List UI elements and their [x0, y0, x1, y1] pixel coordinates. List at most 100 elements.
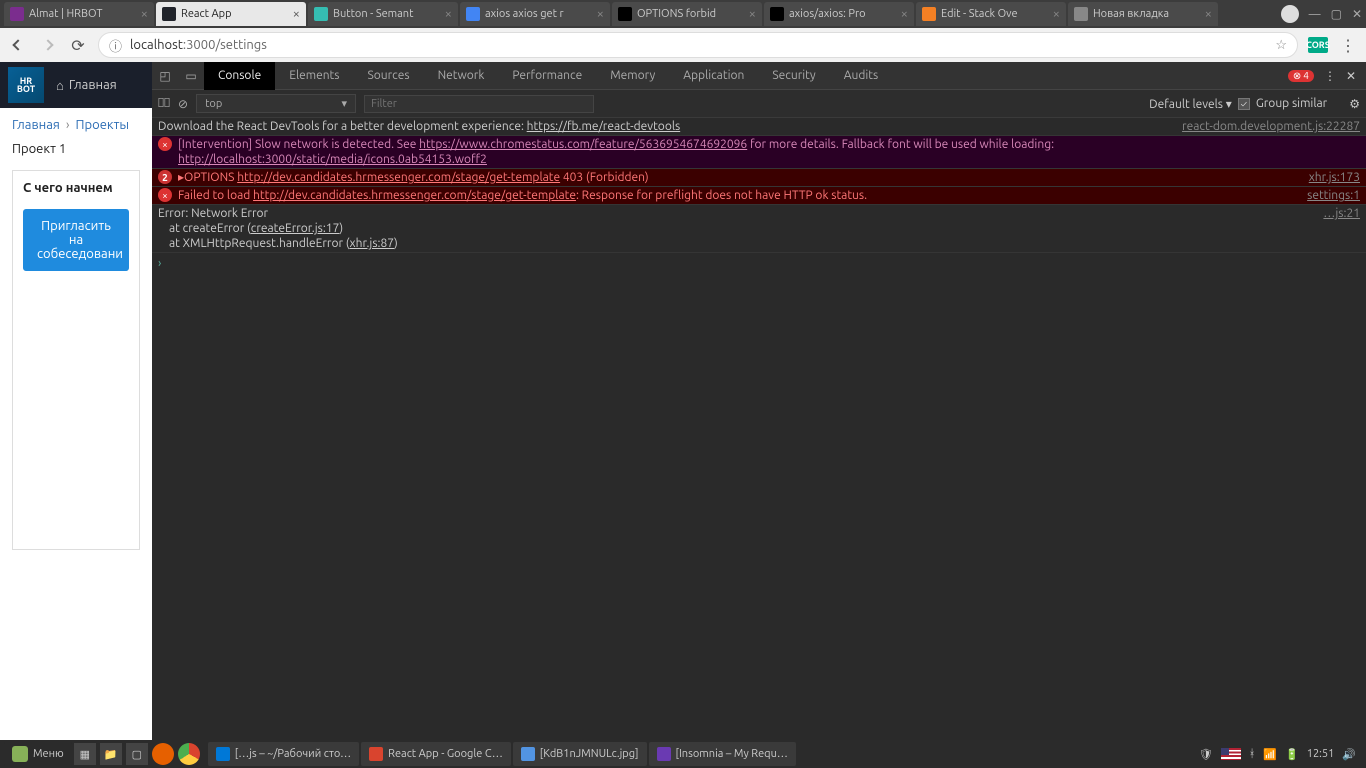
browser-tab[interactable]: axios axios get r ×	[460, 2, 610, 26]
devtools-tab-memory[interactable]: Memory	[596, 62, 669, 90]
breadcrumb-projects[interactable]: Проекты	[76, 118, 130, 132]
toggle-sidebar-icon[interactable]: ▶⃞	[158, 97, 170, 110]
taskbar-app[interactable]: React App - Google C…	[361, 742, 511, 766]
close-tab-icon[interactable]: ×	[141, 7, 148, 21]
tab-title: Button - Semant	[333, 8, 441, 20]
app-icon	[521, 747, 535, 761]
tray-bluetooth-icon[interactable]: ᚼ	[1249, 748, 1256, 760]
devtools-tab-console[interactable]: Console	[204, 62, 275, 90]
close-window-button[interactable]: ✕	[1352, 7, 1362, 21]
show-desktop-icon[interactable]: ▦	[74, 743, 96, 765]
minimize-button[interactable]: —	[1309, 8, 1321, 21]
devtools-tab-elements[interactable]: Elements	[275, 62, 353, 90]
filter-input[interactable]	[364, 95, 594, 113]
inspect-element-icon[interactable]: ◰	[152, 69, 178, 83]
favicon	[1074, 7, 1088, 21]
devtools-tab-network[interactable]: Network	[424, 62, 499, 90]
console-message: ×Failed to load http://dev.candidates.hr…	[152, 187, 1366, 205]
browser-tab[interactable]: axios/axios: Pro×	[764, 2, 914, 26]
console-message: Error: Network Error at createError (cre…	[152, 205, 1366, 253]
mint-logo-icon	[12, 746, 28, 762]
start-menu-button[interactable]: Меню	[4, 742, 72, 766]
tab-title: Almat | HRBOT	[29, 8, 137, 20]
devtools-tab-security[interactable]: Security	[758, 62, 829, 90]
browser-tab[interactable]: Almat | HRBOT ×	[4, 2, 154, 26]
forward-button[interactable]	[38, 35, 58, 55]
close-tab-icon[interactable]: ×	[597, 7, 604, 21]
group-similar-checkbox[interactable]: ✓	[1238, 98, 1250, 110]
browser-tab[interactable]: Edit - Stack Ove×	[916, 2, 1066, 26]
devtools-tab-application[interactable]: Application	[669, 62, 758, 90]
favicon	[618, 7, 632, 21]
maximize-button[interactable]: ▢	[1331, 7, 1342, 21]
device-toolbar-icon[interactable]: ▭	[178, 69, 204, 83]
browser-tab[interactable]: OPTIONS forbid ×	[612, 2, 762, 26]
console-prompt[interactable]: ›	[152, 253, 1366, 274]
close-tab-icon[interactable]: ×	[749, 7, 756, 21]
favicon	[314, 7, 328, 21]
context-selector[interactable]: top▾	[196, 94, 356, 113]
files-icon[interactable]: 📁	[100, 743, 122, 765]
devtools-tab-audits[interactable]: Audits	[830, 62, 893, 90]
firefox-icon[interactable]	[152, 743, 174, 765]
log-levels-dropdown[interactable]: Default levels ▾	[1149, 97, 1232, 111]
favicon	[922, 7, 936, 21]
close-tab-icon[interactable]: ×	[445, 7, 452, 21]
close-tab-icon[interactable]: ×	[901, 7, 908, 21]
source-link[interactable]: xhr.js:173	[1309, 170, 1360, 185]
system-tray: 🛡 ᚼ 📶 🔋 12:51 🔊	[1199, 748, 1362, 761]
tray-shield-icon[interactable]: 🛡	[1199, 748, 1213, 761]
tab-title: OPTIONS forbid	[637, 8, 745, 20]
close-tab-icon[interactable]: ×	[293, 7, 300, 21]
tray-volume-icon[interactable]: 🔊	[1342, 748, 1356, 761]
taskbar-app[interactable]: [KdB1nJMNULc.jpg]	[513, 742, 647, 766]
tab-title: axios axios get r	[485, 8, 593, 20]
devtools-tab-sources[interactable]: Sources	[353, 62, 423, 90]
close-tab-icon[interactable]: ×	[1205, 7, 1212, 21]
console-message: Download the React DevTools for a better…	[152, 118, 1366, 136]
error-icon: ×	[158, 137, 172, 151]
breadcrumb-home[interactable]: Главная	[12, 118, 60, 132]
app-logo[interactable]: HR BOT	[8, 67, 44, 103]
url-path: /settings	[215, 38, 266, 52]
browser-menu-button[interactable]: ⋮	[1338, 35, 1358, 55]
taskbar-app[interactable]: […js – ~/Рабочий сто…	[208, 742, 359, 766]
source-link[interactable]: react-dom.development.js:22287	[1182, 119, 1360, 134]
site-info-icon[interactable]: ⓘ	[109, 36, 122, 55]
bookmark-star-icon[interactable]: ☆	[1275, 38, 1287, 53]
url-input[interactable]: ⓘ localhost:3000/settings ☆	[98, 32, 1298, 58]
devtools-menu-icon[interactable]: ⋮	[1324, 69, 1336, 83]
reload-button[interactable]: ⟳	[68, 35, 88, 55]
nav-home-link[interactable]: ⌂ Главная	[56, 78, 117, 93]
project-title: Проект 1	[0, 142, 152, 162]
devtools-close-icon[interactable]: ✕	[1346, 69, 1356, 83]
terminal-icon[interactable]: ▢	[126, 743, 148, 765]
close-tab-icon[interactable]: ×	[1053, 7, 1060, 21]
tray-network-icon[interactable]: 📶	[1263, 748, 1277, 761]
clock[interactable]: 12:51	[1307, 748, 1335, 760]
tray-battery-icon[interactable]: 🔋	[1285, 748, 1299, 761]
taskbar-app[interactable]: [Insomnia – My Requ…	[649, 742, 796, 766]
devtools-tabs: ◰ ▭ ConsoleElementsSourcesNetworkPerform…	[152, 62, 1366, 90]
invite-button[interactable]: Пригласить на собеседовани	[23, 209, 129, 271]
quick-launch: ▦ 📁 ▢	[74, 743, 200, 765]
chrome-icon[interactable]	[178, 743, 200, 765]
browser-tab[interactable]: Button - Semant ×	[308, 2, 458, 26]
source-link[interactable]: settings:1	[1307, 188, 1360, 203]
tab-title: React App	[181, 8, 289, 20]
error-count-badge[interactable]: ⊗4	[1288, 70, 1314, 82]
error-icon: ⊗	[1293, 70, 1301, 82]
favicon	[466, 7, 480, 21]
profile-avatar[interactable]	[1281, 5, 1299, 23]
browser-tab[interactable]: React App ×	[156, 2, 306, 26]
back-button[interactable]	[8, 35, 28, 55]
source-link[interactable]: …js:21	[1323, 206, 1360, 251]
card-title: С чего начнем	[23, 181, 129, 195]
devtools-tab-performance[interactable]: Performance	[498, 62, 596, 90]
cors-extension-icon[interactable]: CORS	[1308, 37, 1328, 53]
devtools-panel: ◰ ▭ ConsoleElementsSourcesNetworkPerform…	[152, 62, 1366, 768]
keyboard-layout-flag[interactable]	[1221, 748, 1241, 760]
clear-console-icon[interactable]: ⊘	[178, 97, 188, 111]
browser-tab[interactable]: Новая вкладка×	[1068, 2, 1218, 26]
console-settings-icon[interactable]: ⚙	[1349, 97, 1360, 111]
